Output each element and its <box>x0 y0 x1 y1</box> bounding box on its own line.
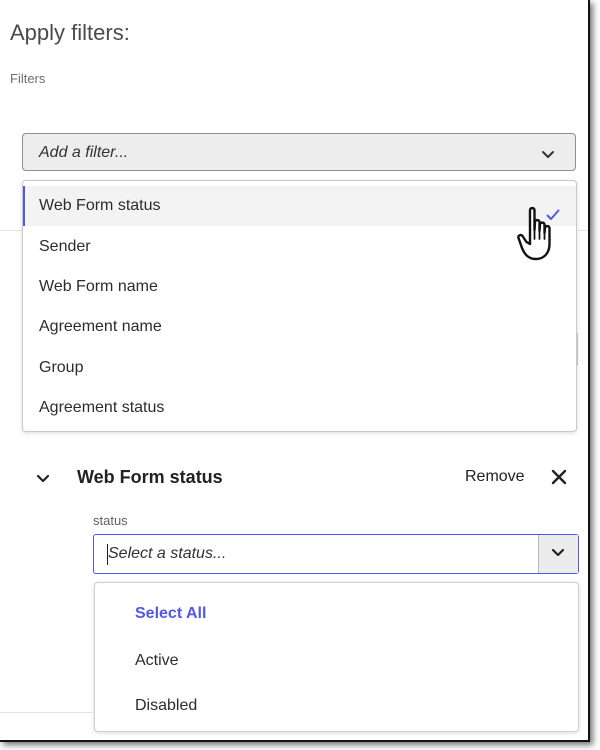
status-option-active[interactable]: Active <box>135 652 179 670</box>
menu-item-agreement-name[interactable]: Agreement name <box>23 307 576 347</box>
menu-item-label: Agreement name <box>39 318 162 335</box>
status-option-disabled[interactable]: Disabled <box>135 697 197 715</box>
status-field-label: status <box>93 513 128 528</box>
status-option-select-all[interactable]: Select All <box>135 605 206 623</box>
filters-section-label: Filters <box>10 71 46 86</box>
hand-pointer-icon <box>516 206 562 269</box>
menu-item-label: Agreement status <box>39 399 165 416</box>
filter-options-menu: Web Form status Sender Web Form name Agr… <box>22 180 577 432</box>
filters-panel: Apply filters: Filters Add a filter... W… <box>0 0 590 742</box>
divider <box>578 230 588 231</box>
menu-item-group[interactable]: Group <box>23 348 576 388</box>
page-title: Apply filters: <box>10 20 130 45</box>
status-options-menu: Select All Active Disabled <box>94 582 579 732</box>
divider <box>0 230 22 231</box>
status-dropdown-button[interactable] <box>538 535 578 573</box>
remove-filter-button[interactable]: Remove <box>465 468 525 486</box>
chevron-down-icon <box>541 147 555 165</box>
active-filter-title: Web Form status <box>77 467 223 487</box>
add-filter-placeholder: Add a filter... <box>39 144 129 161</box>
divider <box>0 712 94 713</box>
menu-item-web-form-status[interactable]: Web Form status <box>23 186 576 226</box>
status-placeholder: Select a status... <box>108 545 227 562</box>
chevron-down-icon <box>551 548 565 557</box>
menu-item-label: Sender <box>39 238 91 255</box>
status-select[interactable]: Select a status... <box>93 534 579 574</box>
menu-item-label: Web Form name <box>39 278 158 295</box>
menu-item-web-form-name[interactable]: Web Form name <box>23 267 576 307</box>
close-icon[interactable] <box>550 468 568 491</box>
collapse-filter-chevron-icon[interactable] <box>36 471 50 489</box>
menu-item-sender[interactable]: Sender <box>23 227 576 267</box>
menu-item-label: Group <box>39 359 84 376</box>
menu-item-agreement-status[interactable]: Agreement status <box>23 388 576 428</box>
add-filter-dropdown[interactable]: Add a filter... <box>22 133 576 171</box>
menu-item-label: Web Form status <box>39 197 161 214</box>
